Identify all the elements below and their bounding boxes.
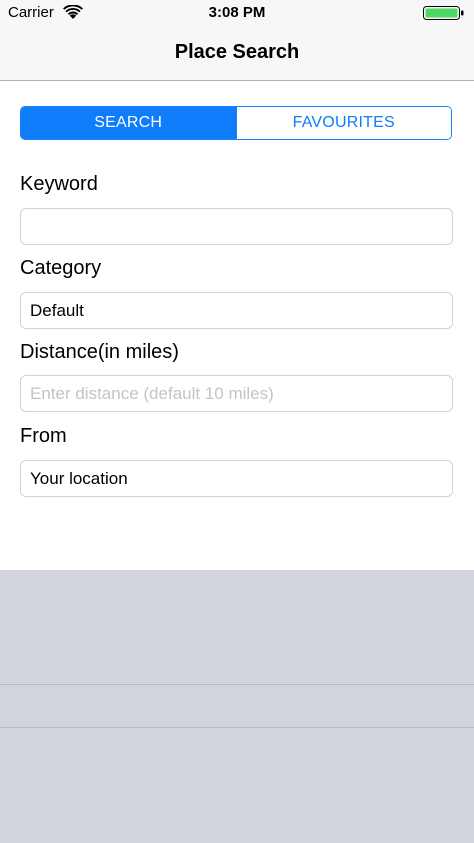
tab-favourites[interactable]: FAVOURITES — [235, 107, 451, 139]
distance-label: Distance(in miles) — [20, 341, 179, 363]
keyword-input[interactable] — [20, 208, 453, 245]
keyboard-divider — [0, 684, 474, 685]
keyboard-divider — [0, 727, 474, 728]
battery-icon — [423, 6, 465, 20]
from-location-input[interactable] — [20, 460, 453, 497]
category-label: Category — [20, 257, 102, 279]
search-favourites-segmented-control: SEARCH FAVOURITES — [20, 106, 452, 140]
keyboard-area[interactable] — [0, 570, 474, 843]
navigation-bar: Place Search — [0, 26, 474, 81]
status-bar: Carrier 3:08 PM — [0, 0, 474, 26]
from-label: From — [20, 425, 67, 447]
category-select[interactable] — [20, 292, 453, 329]
page-title: Place Search — [174, 41, 300, 63]
keyword-label: Keyword — [20, 173, 98, 195]
distance-input[interactable] — [20, 375, 453, 412]
tab-search[interactable]: SEARCH — [21, 107, 236, 139]
status-time: 3:08 PM — [208, 4, 266, 21]
